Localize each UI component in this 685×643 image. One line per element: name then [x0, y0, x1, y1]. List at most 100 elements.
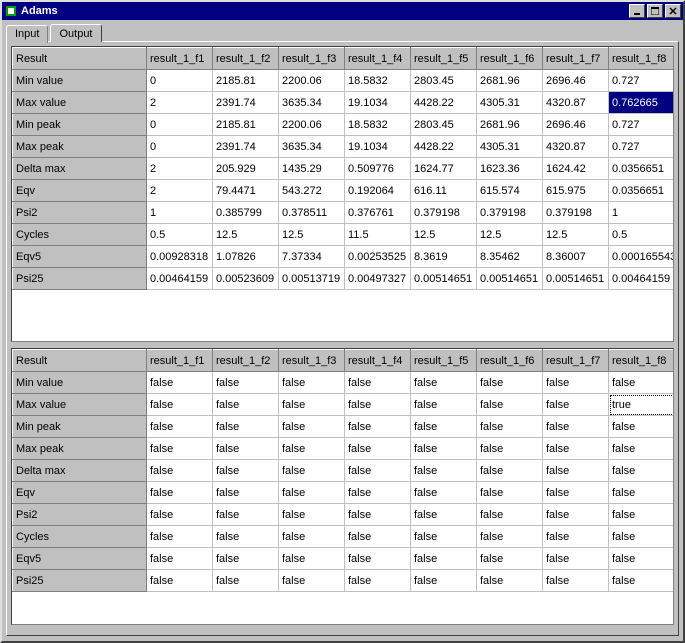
cell[interactable]: 0.385799 — [213, 202, 279, 224]
cell[interactable]: 4320.87 — [543, 92, 609, 114]
cell[interactable]: 1624.42 — [543, 158, 609, 180]
cell[interactable]: 4320.87 — [543, 136, 609, 158]
cell[interactable]: false — [213, 372, 279, 394]
cell[interactable]: false — [543, 394, 609, 416]
cell[interactable]: 0.5 — [147, 224, 213, 246]
cell[interactable]: 0.378511 — [279, 202, 345, 224]
cell[interactable]: 2696.46 — [543, 70, 609, 92]
cell[interactable]: false — [279, 548, 345, 570]
column-header[interactable]: result_1_f6 — [477, 350, 543, 372]
cell[interactable]: false — [147, 526, 213, 548]
row-header[interactable]: Eqv — [13, 482, 147, 504]
tab-input[interactable]: Input — [6, 25, 48, 43]
cell[interactable]: false — [147, 394, 213, 416]
row-header[interactable]: Eqv5 — [13, 246, 147, 268]
row-header[interactable]: Min value — [13, 70, 147, 92]
cell[interactable]: 2681.96 — [477, 114, 543, 136]
cell[interactable]: false — [411, 460, 477, 482]
cell[interactable]: false — [345, 416, 411, 438]
cell[interactable]: false — [147, 548, 213, 570]
cell[interactable]: 2391.74 — [213, 92, 279, 114]
cell[interactable]: false — [477, 504, 543, 526]
cell[interactable]: false — [609, 482, 675, 504]
cell[interactable]: false — [609, 548, 675, 570]
cell[interactable]: 4428.22 — [411, 136, 477, 158]
cell[interactable]: 2 — [147, 158, 213, 180]
cell[interactable]: 4305.31 — [477, 92, 543, 114]
cell[interactable]: false — [609, 416, 675, 438]
cell[interactable]: 543.272 — [279, 180, 345, 202]
cell[interactable]: 616.11 — [411, 180, 477, 202]
cell[interactable]: false — [477, 372, 543, 394]
cell[interactable]: 0.00253525 — [345, 246, 411, 268]
column-header[interactable]: result_1_f3 — [279, 350, 345, 372]
cell[interactable]: false — [345, 372, 411, 394]
cell[interactable]: 0.762665 — [609, 92, 675, 114]
cell[interactable]: 1 — [147, 202, 213, 224]
cell[interactable]: false — [213, 438, 279, 460]
cell[interactable]: false — [213, 394, 279, 416]
cell[interactable]: false — [411, 526, 477, 548]
cell[interactable]: 8.35462 — [477, 246, 543, 268]
cell[interactable]: 2 — [147, 180, 213, 202]
cell[interactable]: 0.192064 — [345, 180, 411, 202]
cell[interactable]: 2681.96 — [477, 70, 543, 92]
cell[interactable]: 1 — [609, 202, 675, 224]
cell[interactable]: false — [147, 438, 213, 460]
cell[interactable]: 0.727 — [609, 136, 675, 158]
column-header[interactable]: result_1_f3 — [279, 48, 345, 70]
column-header[interactable]: result_1_f2 — [213, 48, 279, 70]
cell[interactable]: false — [411, 548, 477, 570]
cell[interactable]: 0.379198 — [411, 202, 477, 224]
column-header[interactable]: result_1_f6 — [477, 48, 543, 70]
column-header[interactable]: result_1_f8 — [609, 350, 675, 372]
cell[interactable]: 0 — [147, 136, 213, 158]
cell[interactable]: false — [411, 372, 477, 394]
maximize-button[interactable] — [647, 4, 663, 18]
minimize-button[interactable] — [629, 4, 645, 18]
cell[interactable]: false — [213, 504, 279, 526]
cell[interactable]: 8.36007 — [543, 246, 609, 268]
cell[interactable]: 0.379198 — [477, 202, 543, 224]
cell[interactable]: 0.5 — [609, 224, 675, 246]
cell[interactable]: false — [543, 570, 609, 592]
cell[interactable]: false — [411, 482, 477, 504]
row-header[interactable]: Max peak — [13, 438, 147, 460]
cell[interactable]: 2 — [147, 92, 213, 114]
cell[interactable]: false — [543, 460, 609, 482]
column-header[interactable]: result_1_f1 — [147, 48, 213, 70]
cell[interactable]: true — [609, 394, 675, 416]
cell[interactable]: 0.00497327 — [345, 268, 411, 290]
cell[interactable]: false — [213, 482, 279, 504]
cell[interactable]: false — [213, 526, 279, 548]
cell[interactable]: false — [147, 482, 213, 504]
column-header[interactable]: result_1_f5 — [411, 48, 477, 70]
cell[interactable]: 0.00514651 — [543, 268, 609, 290]
cell[interactable]: false — [279, 460, 345, 482]
cell[interactable]: 79.4471 — [213, 180, 279, 202]
cell[interactable]: false — [477, 570, 543, 592]
cell[interactable]: false — [147, 460, 213, 482]
cell[interactable]: false — [345, 394, 411, 416]
column-header[interactable]: result_1_f1 — [147, 350, 213, 372]
titlebar[interactable]: Adams — [2, 2, 683, 20]
cell[interactable]: false — [345, 504, 411, 526]
row-header[interactable]: Psi25 — [13, 570, 147, 592]
cell[interactable]: false — [279, 504, 345, 526]
cell[interactable]: 8.3619 — [411, 246, 477, 268]
cell[interactable]: 2696.46 — [543, 114, 609, 136]
cell[interactable]: 0.00514651 — [411, 268, 477, 290]
cell[interactable]: false — [213, 460, 279, 482]
cell[interactable]: 19.1034 — [345, 136, 411, 158]
cell[interactable]: false — [477, 416, 543, 438]
cell[interactable]: 2803.45 — [411, 114, 477, 136]
cell[interactable]: false — [609, 570, 675, 592]
close-button[interactable] — [665, 4, 681, 18]
cell[interactable]: false — [345, 460, 411, 482]
cell[interactable]: 2200.06 — [279, 70, 345, 92]
row-header[interactable]: Min peak — [13, 114, 147, 136]
cell[interactable]: 12.5 — [213, 224, 279, 246]
column-header[interactable]: Result — [13, 48, 147, 70]
row-header[interactable]: Eqv5 — [13, 548, 147, 570]
row-header[interactable]: Eqv — [13, 180, 147, 202]
